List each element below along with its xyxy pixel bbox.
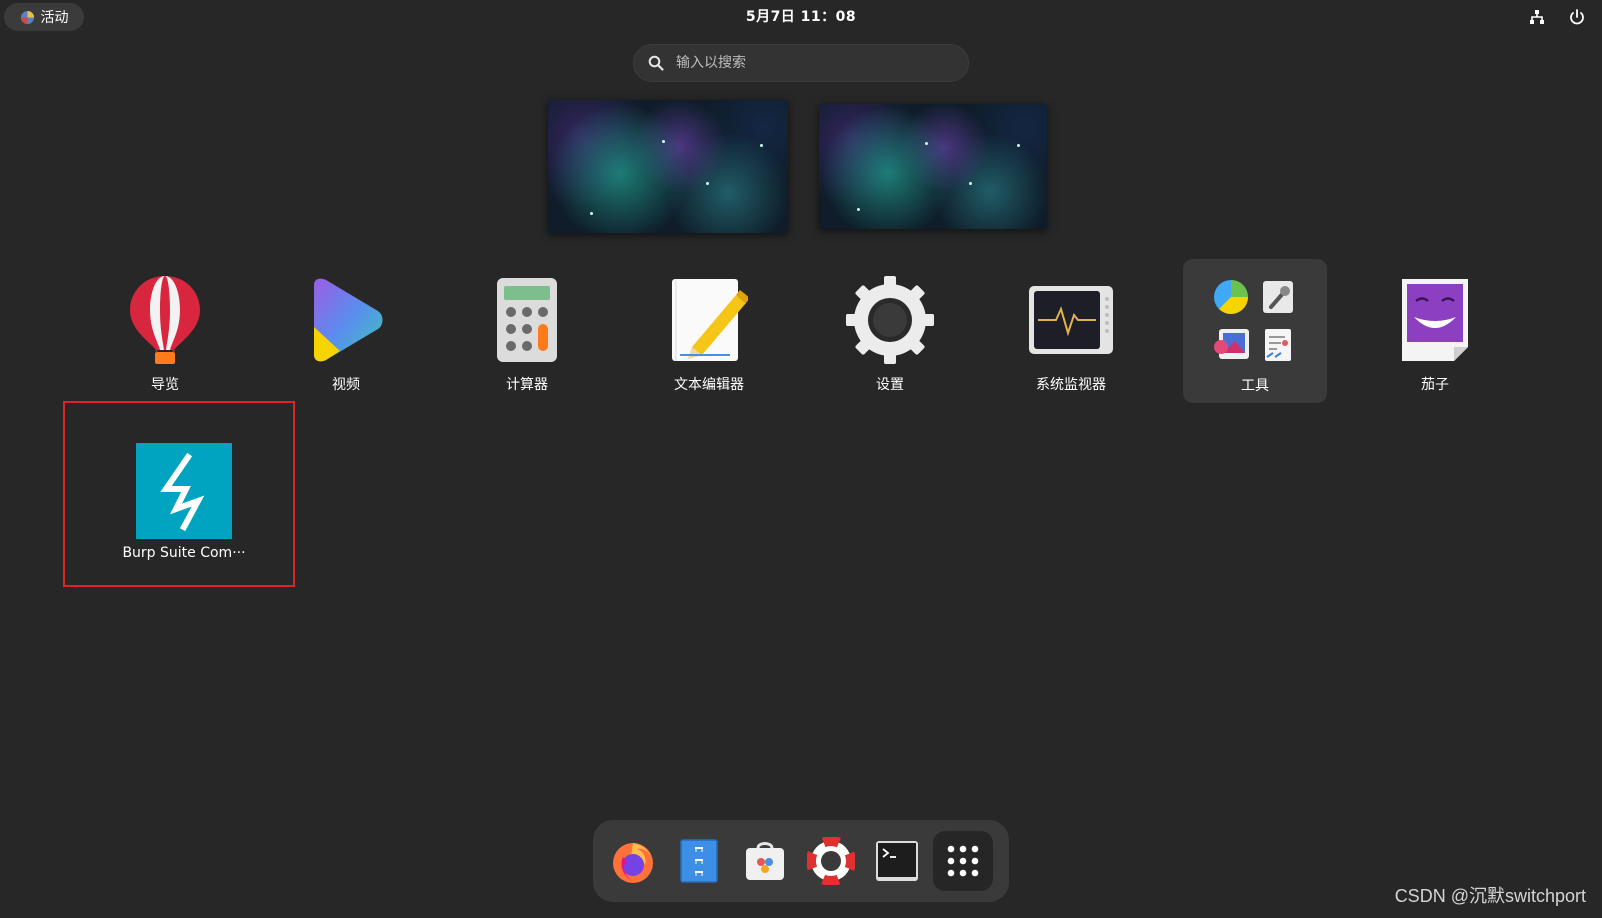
dock-show-apps[interactable] — [933, 831, 993, 891]
folder-icon — [1214, 280, 1293, 361]
text-editor-icon — [672, 279, 748, 361]
app-label: 文本编辑器 — [674, 377, 744, 393]
clock-label[interactable]: 5月7日 11：08 — [738, 7, 864, 27]
app-system-monitor[interactable]: 系统监视器 — [999, 258, 1143, 402]
app-folder-tools[interactable]: 工具 — [1183, 259, 1327, 403]
app-text-editor[interactable]: 文本编辑器 — [637, 258, 781, 402]
app-label: 系统监视器 — [1036, 377, 1106, 393]
gear-icon — [846, 276, 934, 364]
app-settings[interactable]: 设置 — [818, 258, 962, 402]
app-calculator[interactable]: 计算器 — [455, 258, 599, 402]
terminal-icon — [876, 841, 918, 881]
cheese-icon — [1402, 279, 1468, 361]
search-icon — [648, 55, 664, 71]
calculator-icon — [497, 278, 557, 362]
app-label: 设置 — [876, 377, 904, 393]
show-apps-icon — [947, 845, 979, 877]
video-play-icon — [314, 278, 383, 362]
dock-software[interactable] — [735, 831, 795, 891]
highlight-annotation-box — [63, 401, 295, 587]
clock: 5月7日 11：08 — [0, 6, 1602, 26]
app-label: 导览 — [151, 377, 179, 393]
files-icon — [680, 839, 718, 883]
app-label: 工具 — [1241, 378, 1269, 394]
power-icon[interactable] — [1568, 8, 1586, 26]
app-tour[interactable]: 导览 — [93, 258, 237, 402]
workspace-thumbnail-2[interactable] — [819, 104, 1047, 229]
firefox-icon — [613, 843, 653, 883]
app-videos[interactable]: 视频 — [274, 258, 418, 402]
help-icon — [807, 837, 855, 885]
search-input[interactable] — [674, 54, 948, 72]
desktop-screen: 活动 5月7日 11：08 输入以搜索 导览 视频 计算器 文本编辑器 设置 系… — [0, 0, 1602, 918]
dock — [593, 820, 1009, 902]
app-label: 视频 — [332, 377, 360, 393]
dock-terminal[interactable] — [867, 831, 927, 891]
balloon-icon — [130, 276, 200, 364]
app-label: 茄子 — [1421, 377, 1449, 393]
app-cheese[interactable]: 茄子 — [1363, 258, 1507, 402]
watermark-text: CSDN @沉默switchport — [1394, 886, 1586, 906]
workspace-thumbnail-1[interactable] — [548, 100, 788, 233]
dock-help[interactable] — [801, 831, 861, 891]
dock-files[interactable] — [669, 831, 729, 891]
network-icon[interactable] — [1528, 8, 1546, 26]
system-monitor-icon — [1029, 286, 1113, 354]
search-bar[interactable] — [633, 44, 969, 82]
app-label: 计算器 — [506, 377, 548, 393]
software-icon — [746, 842, 784, 880]
dock-firefox[interactable] — [603, 831, 663, 891]
